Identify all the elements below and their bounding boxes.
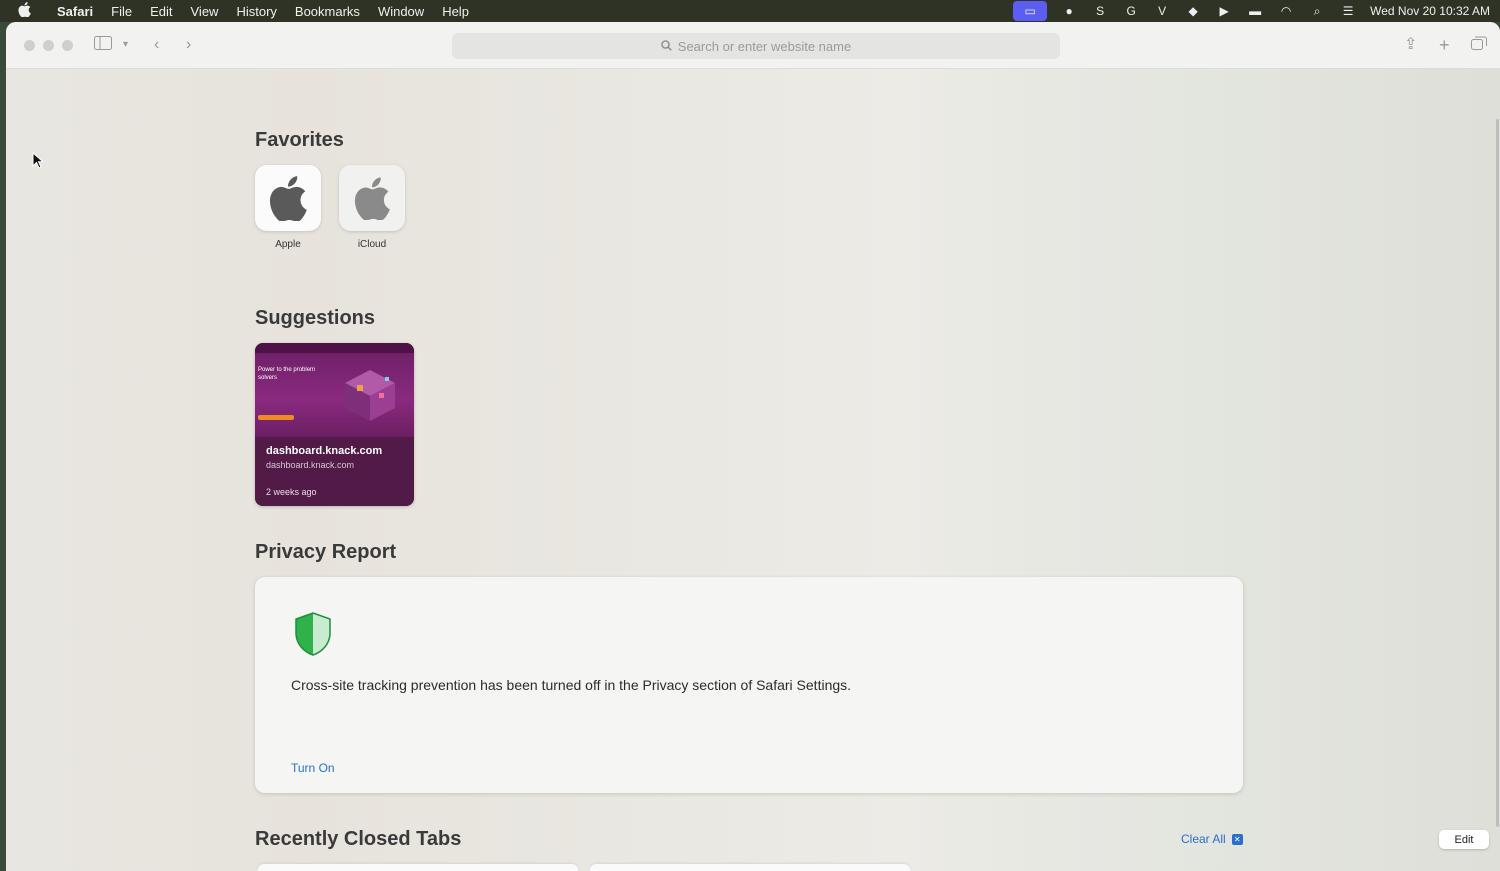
vectorworks-icon[interactable]: V	[1153, 4, 1171, 18]
safari-window: ▾ ‹ › Search or enter website name ⇪ + F…	[6, 22, 1500, 871]
apple-menu-icon[interactable]	[0, 2, 48, 20]
closed-tab-thumbnail[interactable]	[258, 864, 578, 871]
thumbnail-heading: Power to the problem solvers	[258, 367, 316, 381]
menu-help[interactable]: Help	[433, 4, 478, 19]
apple-logo-icon	[339, 165, 405, 231]
share-icon[interactable]: ⇪	[1404, 36, 1417, 54]
scrollbar[interactable]	[1496, 119, 1499, 827]
close-window-button[interactable]	[24, 40, 35, 51]
sketch-icon[interactable]: ◆	[1184, 4, 1202, 18]
clear-all-label: Clear All	[1181, 832, 1226, 846]
closed-tab-thumbnail[interactable]	[590, 864, 910, 871]
start-page: Favorites Apple iCloud Suggestions Power…	[6, 69, 1500, 871]
apple-logo-icon	[255, 165, 321, 231]
menu-clock[interactable]: Wed Nov 20 10:32 AM	[1370, 4, 1490, 18]
zoom-window-button[interactable]	[62, 40, 73, 51]
menu-bar: Safari File Edit View History Bookmarks …	[0, 0, 1500, 22]
back-button[interactable]: ‹	[154, 36, 159, 54]
battery-icon[interactable]: ▬	[1246, 4, 1264, 18]
grammarly-icon[interactable]: G	[1122, 4, 1140, 18]
wifi-icon[interactable]: ◠	[1277, 4, 1295, 18]
scribe-icon[interactable]: S	[1091, 4, 1109, 18]
tab-overview-icon[interactable]	[1471, 36, 1487, 55]
favorite-label: iCloud	[357, 239, 387, 250]
privacy-report-heading: Privacy Report	[255, 541, 397, 563]
screen-share-icon[interactable]: ▭	[1013, 1, 1048, 21]
address-bar[interactable]: Search or enter website name	[452, 33, 1060, 59]
thumbnail-cta	[258, 415, 294, 420]
window-controls	[24, 40, 73, 51]
shield-icon	[293, 611, 333, 662]
clear-all-button[interactable]: Clear All ✕	[1181, 832, 1243, 846]
edit-button[interactable]: Edit	[1439, 830, 1489, 849]
forward-button[interactable]: ›	[186, 36, 191, 54]
thumbnail-illustration	[345, 370, 395, 421]
suggestion-time: 2 weeks ago	[266, 487, 317, 497]
spotlight-icon[interactable]: ⌕	[1308, 4, 1326, 18]
github-icon[interactable]: ●	[1060, 4, 1078, 18]
search-placeholder: Search or enter website name	[677, 38, 852, 54]
suggestions-heading: Suggestions	[255, 307, 376, 329]
suggestion-title: dashboard.knack.com	[266, 445, 383, 457]
chevron-down-icon[interactable]: ▾	[123, 36, 128, 54]
toolbar: ▾ ‹ › Search or enter website name ⇪ +	[6, 22, 1500, 69]
control-center-icon[interactable]: ☰	[1339, 4, 1357, 18]
suggestion-info: dashboard.knack.com dashboard.knack.com …	[255, 437, 414, 506]
favorite-icloud[interactable]: iCloud	[339, 165, 405, 250]
menu-history[interactable]: History	[227, 4, 285, 19]
menu-view[interactable]: View	[182, 4, 228, 19]
new-tab-button[interactable]: +	[1439, 36, 1450, 54]
favorite-apple[interactable]: Apple	[255, 165, 321, 250]
menu-edit[interactable]: Edit	[141, 4, 181, 19]
privacy-report-card[interactable]: Cross-site tracking prevention has been …	[255, 577, 1243, 793]
favorites-heading: Favorites	[255, 129, 344, 151]
app-menu-safari[interactable]: Safari	[48, 4, 102, 19]
suggestion-url: dashboard.knack.com	[266, 460, 355, 470]
sidebar-toggle-icon[interactable]	[94, 36, 112, 55]
suggestion-thumbnail: Power to the problem solvers	[255, 343, 414, 437]
suggestion-card[interactable]: Power to the problem solvers dashboard.k…	[255, 343, 414, 506]
turn-on-link[interactable]: Turn On	[291, 761, 335, 775]
menu-window[interactable]: Window	[369, 4, 433, 19]
recently-closed-heading: Recently Closed Tabs	[255, 828, 462, 850]
search-icon	[660, 39, 672, 54]
thumbnail-navbar	[255, 343, 414, 353]
favorite-label: Apple	[275, 239, 301, 250]
close-icon: ✕	[1231, 833, 1243, 845]
menu-file[interactable]: File	[102, 4, 141, 19]
menu-bookmarks[interactable]: Bookmarks	[286, 4, 369, 19]
privacy-message: Cross-site tracking prevention has been …	[291, 677, 852, 693]
minimize-window-button[interactable]	[43, 40, 54, 51]
play-icon[interactable]: ▶	[1215, 4, 1233, 18]
